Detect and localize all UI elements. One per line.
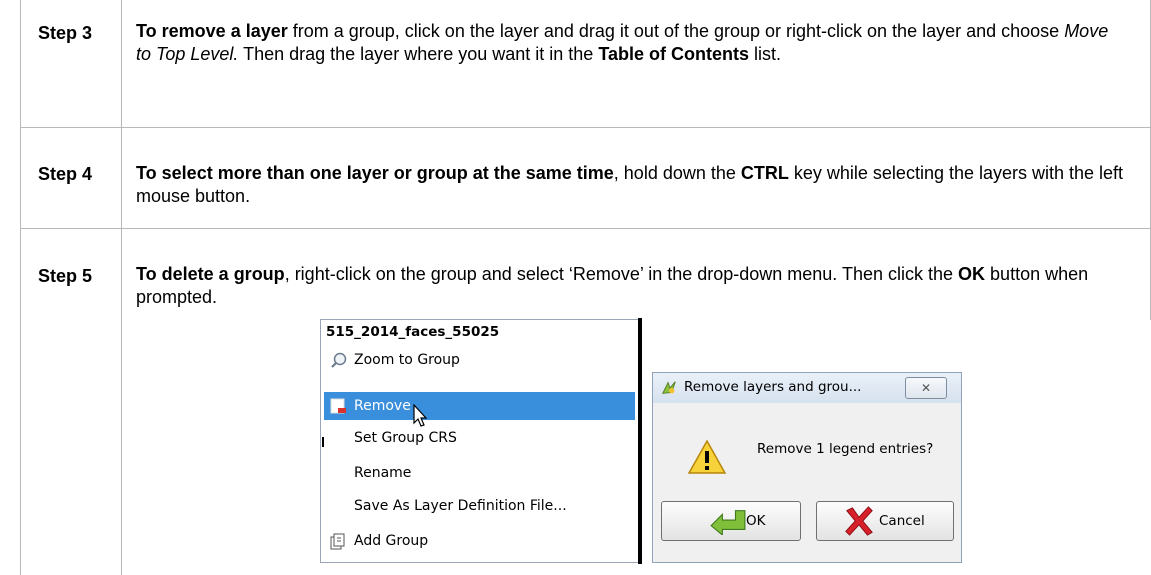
step-label: Step 4 [37, 164, 93, 184]
step-label: Step 5 [37, 266, 93, 286]
cancel-label: Cancel [879, 513, 925, 529]
ok-button[interactable]: OK [661, 501, 801, 541]
step-text: Then drag the layer where you want it in… [238, 44, 599, 64]
menu-item-zoom-to-group[interactable]: Zoom to Group [321, 346, 638, 374]
warning-icon [687, 439, 727, 474]
step-label: Step 3 [37, 23, 93, 43]
menu-item-label: Add Group [354, 533, 429, 549]
qgis-icon [661, 381, 676, 394]
menu-item-label: Set Group CRS [354, 430, 457, 446]
menu-item-label: Rename [354, 465, 412, 481]
close-button[interactable]: ✕ [905, 377, 947, 399]
cancel-x-icon [845, 506, 873, 536]
table-column-divider [121, 0, 122, 575]
divider-mark [322, 437, 324, 447]
step-emphasis: CTRL [740, 163, 789, 183]
step-text: list. [748, 44, 781, 64]
step-description: To delete a group, right-click on the gr… [136, 263, 1126, 309]
dialog-message: Remove 1 legend entries? [757, 441, 934, 457]
step-emphasis: To delete a group [136, 264, 285, 284]
close-icon: ✕ [920, 381, 932, 395]
step-emphasis: To remove a layer [136, 21, 288, 41]
menu-item-set-group-crs[interactable]: Set Group CRS [321, 424, 638, 452]
menu-item-rename[interactable]: Rename [321, 459, 638, 487]
menu-item-remove[interactable]: Remove [324, 392, 635, 427]
step-emphasis: OK [958, 264, 986, 284]
step-emphasis: To select more than one layer or group a… [136, 163, 614, 183]
group-name: 515_2014_faces_55025 [326, 324, 500, 340]
menu-item-save-layer-definition[interactable]: Save As Layer Definition File... [321, 492, 638, 520]
menu-item-label: Remove [354, 398, 411, 414]
group-context-menu: 515_2014_faces_55025 Zoom to Group Remov… [320, 319, 639, 563]
row-divider [20, 127, 1151, 128]
remove-confirm-dialog: Remove layers and grou... ✕ Remove 1 leg… [652, 372, 962, 563]
dialog-title: Remove layers and grou... [684, 379, 862, 395]
magnifier-icon [331, 352, 347, 368]
step-emphasis: Table of Contents [598, 44, 749, 64]
table-left-border [20, 0, 21, 575]
step-text: , hold down the [613, 163, 741, 183]
ok-arrow-icon [710, 510, 746, 535]
menu-item-label: Save As Layer Definition File... [354, 498, 567, 514]
menu-item-label: Zoom to Group [354, 352, 460, 368]
cancel-button[interactable]: Cancel [816, 501, 954, 541]
dialog-titlebar: Remove layers and grou... ✕ [653, 373, 961, 403]
image-separator [638, 318, 642, 564]
remove-layer-icon [330, 398, 346, 414]
ok-label: OK [746, 513, 766, 529]
step-description: To remove a layer from a group, click on… [136, 20, 1126, 66]
add-group-icon [330, 533, 345, 550]
step-text: from a group, click on the layer and dra… [287, 21, 1065, 41]
step-description: To select more than one layer or group a… [136, 162, 1126, 208]
row-divider [20, 228, 1151, 229]
menu-item-add-group[interactable]: Add Group [321, 527, 638, 555]
step-text: , right-click on the group and select ‘R… [284, 264, 959, 284]
